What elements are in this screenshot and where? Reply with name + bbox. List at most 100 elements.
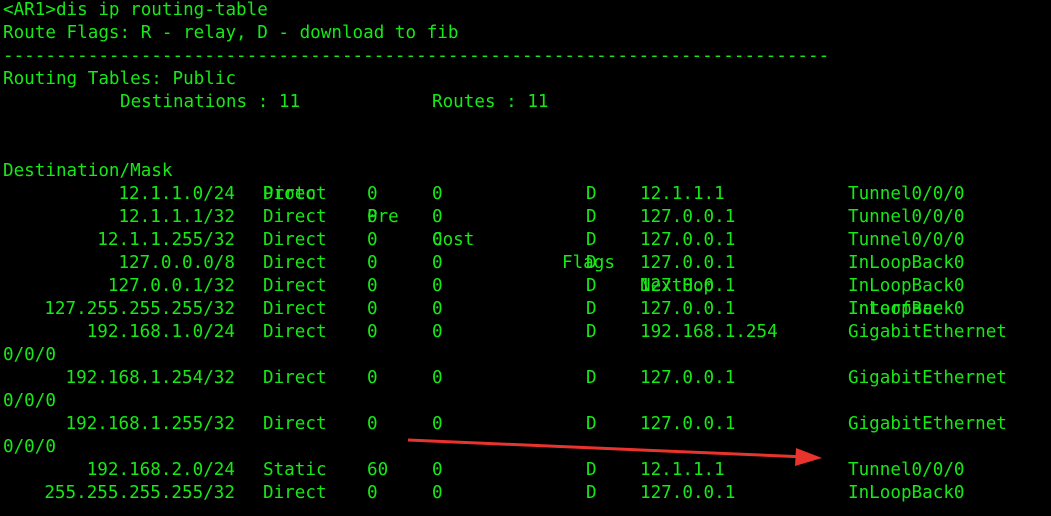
route-nexthop: 12.1.1.1 bbox=[640, 460, 725, 480]
flags-legend: Route Flags: R - relay, D - download to … bbox=[3, 23, 459, 43]
table-row: 127.0.0.1/32 Direct 0 0 D 127.0.0.1 InLoopBack… bbox=[0, 275, 1051, 298]
table-row: 12.1.1.0/24 Direct 0 0 D 12.1.1.1 Tunnel0/0/0 bbox=[0, 183, 1051, 206]
route-nexthop: 127.0.0.1 bbox=[640, 414, 736, 434]
route-interface: Tunnel0/0/0 bbox=[848, 207, 965, 227]
table-header: Destination/Mask Proto Pre Cost Flags Ne… bbox=[0, 137, 1051, 319]
route-flags: D bbox=[586, 253, 597, 273]
route-interface-wrap: 0/0/0 bbox=[3, 437, 56, 457]
route-interface: GigabitEthernet bbox=[848, 322, 1007, 342]
table-row: 192.168.1.255/32 Direct 0 0 D 127.0.0.1 Gigabi… bbox=[0, 413, 1051, 436]
route-nexthop: 127.0.0.1 bbox=[640, 368, 736, 388]
table-row: 255.255.255.255/32 Direct 0 0 D 127.0.0.1 InLo… bbox=[0, 482, 1051, 505]
route-destination: 192.168.2.0/24 bbox=[86, 460, 235, 480]
route-flags: D bbox=[586, 207, 597, 227]
route-pre: 0 bbox=[367, 483, 378, 503]
route-cost: 0 bbox=[432, 184, 443, 204]
route-destination: 192.168.1.254/32 bbox=[65, 368, 235, 388]
route-nexthop: 127.0.0.1 bbox=[640, 253, 736, 273]
route-destination: 127.0.0.0/8 bbox=[118, 253, 235, 273]
route-cost: 0 bbox=[432, 414, 443, 434]
route-proto: Direct bbox=[263, 483, 327, 503]
route-cost: 0 bbox=[432, 322, 443, 342]
table-row: 192.168.2.0/24 Static 60 0 D 12.1.1.1 Tunnel0/… bbox=[0, 459, 1051, 482]
route-flags: D bbox=[586, 460, 597, 480]
route-proto: Direct bbox=[263, 414, 327, 434]
route-flags: D bbox=[586, 414, 597, 434]
route-interface: InLoopBack0 bbox=[848, 299, 965, 319]
table-row: 12.1.1.1/32 Direct 0 0 D 127.0.0.1 Tunnel0/0/0 bbox=[0, 206, 1051, 229]
route-pre: 0 bbox=[367, 414, 378, 434]
route-flags: D bbox=[586, 322, 597, 342]
route-pre: 0 bbox=[367, 322, 378, 342]
route-cost: 0 bbox=[432, 483, 443, 503]
route-interface: InLoopBack0 bbox=[848, 483, 965, 503]
terminal-window[interactable]: <AR1>dis ip routing-table Route Flags: R… bbox=[0, 0, 1051, 516]
tables-title: Routing Tables: Public bbox=[3, 69, 237, 89]
route-destination: 127.255.255.255/32 bbox=[44, 299, 235, 319]
route-proto: Direct bbox=[263, 368, 327, 388]
route-interface: InLoopBack0 bbox=[848, 253, 965, 273]
route-destination: 12.1.1.0/24 bbox=[118, 184, 235, 204]
routes-count: Routes : 11 bbox=[432, 92, 549, 112]
route-proto: Direct bbox=[263, 207, 327, 227]
route-nexthop: 127.0.0.1 bbox=[640, 230, 736, 250]
route-destination: 127.0.0.1/32 bbox=[107, 276, 235, 296]
route-pre: 0 bbox=[367, 184, 378, 204]
route-flags: D bbox=[586, 184, 597, 204]
route-flags: D bbox=[586, 299, 597, 319]
route-proto: Direct bbox=[263, 253, 327, 273]
route-pre: 0 bbox=[367, 230, 378, 250]
route-proto: Direct bbox=[263, 276, 327, 296]
route-proto: Direct bbox=[263, 299, 327, 319]
route-nexthop: 12.1.1.1 bbox=[640, 184, 725, 204]
route-interface: Tunnel0/0/0 bbox=[848, 460, 965, 480]
route-proto: Direct bbox=[263, 322, 327, 342]
route-cost: 0 bbox=[432, 276, 443, 296]
route-destination: 192.168.1.0/24 bbox=[86, 322, 235, 342]
command-line: <AR1>dis ip routing-table bbox=[3, 0, 268, 20]
route-flags: D bbox=[586, 483, 597, 503]
route-cost: 0 bbox=[432, 460, 443, 480]
route-interface-wrap: 0/0/0 bbox=[3, 345, 56, 365]
route-pre: 0 bbox=[367, 207, 378, 227]
route-cost: 0 bbox=[432, 207, 443, 227]
route-destination: 192.168.1.255/32 bbox=[65, 414, 235, 434]
separator-line: ----------------------------------------… bbox=[3, 46, 830, 66]
route-pre: 0 bbox=[367, 299, 378, 319]
header-destination: Destination/Mask bbox=[3, 161, 173, 181]
route-pre: 0 bbox=[367, 368, 378, 388]
table-row: 12.1.1.255/32 Direct 0 0 D 127.0.0.1 Tunnel0/0… bbox=[0, 229, 1051, 252]
route-cost: 0 bbox=[432, 230, 443, 250]
route-interface: InLoopBack0 bbox=[848, 276, 965, 296]
route-cost: 0 bbox=[432, 253, 443, 273]
route-nexthop: 192.168.1.254 bbox=[640, 322, 778, 342]
route-pre: 0 bbox=[367, 276, 378, 296]
route-destination: 12.1.1.1/32 bbox=[118, 207, 235, 227]
route-nexthop: 127.0.0.1 bbox=[640, 276, 736, 296]
table-row: 127.255.255.255/32 Direct 0 0 D 127.0.0.1 InLo… bbox=[0, 298, 1051, 321]
route-interface: Tunnel0/0/0 bbox=[848, 184, 965, 204]
table-row: 127.0.0.0/8 Direct 0 0 D 127.0.0.1 InLoopBack0 bbox=[0, 252, 1051, 275]
route-cost: 0 bbox=[432, 299, 443, 319]
route-proto: Direct bbox=[263, 184, 327, 204]
route-proto: Direct bbox=[263, 230, 327, 250]
route-flags: D bbox=[586, 276, 597, 296]
route-pre: 0 bbox=[367, 253, 378, 273]
route-flags: D bbox=[586, 368, 597, 388]
route-interface: Tunnel0/0/0 bbox=[848, 230, 965, 250]
table-row: 192.168.1.0/24 Direct 0 0 D 192.168.1.254 Giga… bbox=[0, 321, 1051, 344]
route-flags: D bbox=[586, 230, 597, 250]
destinations-count: Destinations : 11 bbox=[120, 92, 301, 112]
route-destination: 12.1.1.255/32 bbox=[97, 230, 235, 250]
route-interface: GigabitEthernet bbox=[848, 414, 1007, 434]
route-pre: 60 bbox=[367, 460, 389, 480]
route-interface-wrap: 0/0/0 bbox=[3, 391, 56, 411]
route-interface: GigabitEthernet bbox=[848, 368, 1007, 388]
route-nexthop: 127.0.0.1 bbox=[640, 483, 736, 503]
route-proto: Static bbox=[263, 460, 327, 480]
route-cost: 0 bbox=[432, 368, 443, 388]
route-destination: 255.255.255.255/32 bbox=[44, 483, 235, 503]
table-row: 192.168.1.254/32 Direct 0 0 D 127.0.0.1 Gigabi… bbox=[0, 367, 1051, 390]
route-nexthop: 127.0.0.1 bbox=[640, 299, 736, 319]
route-nexthop: 127.0.0.1 bbox=[640, 207, 736, 227]
